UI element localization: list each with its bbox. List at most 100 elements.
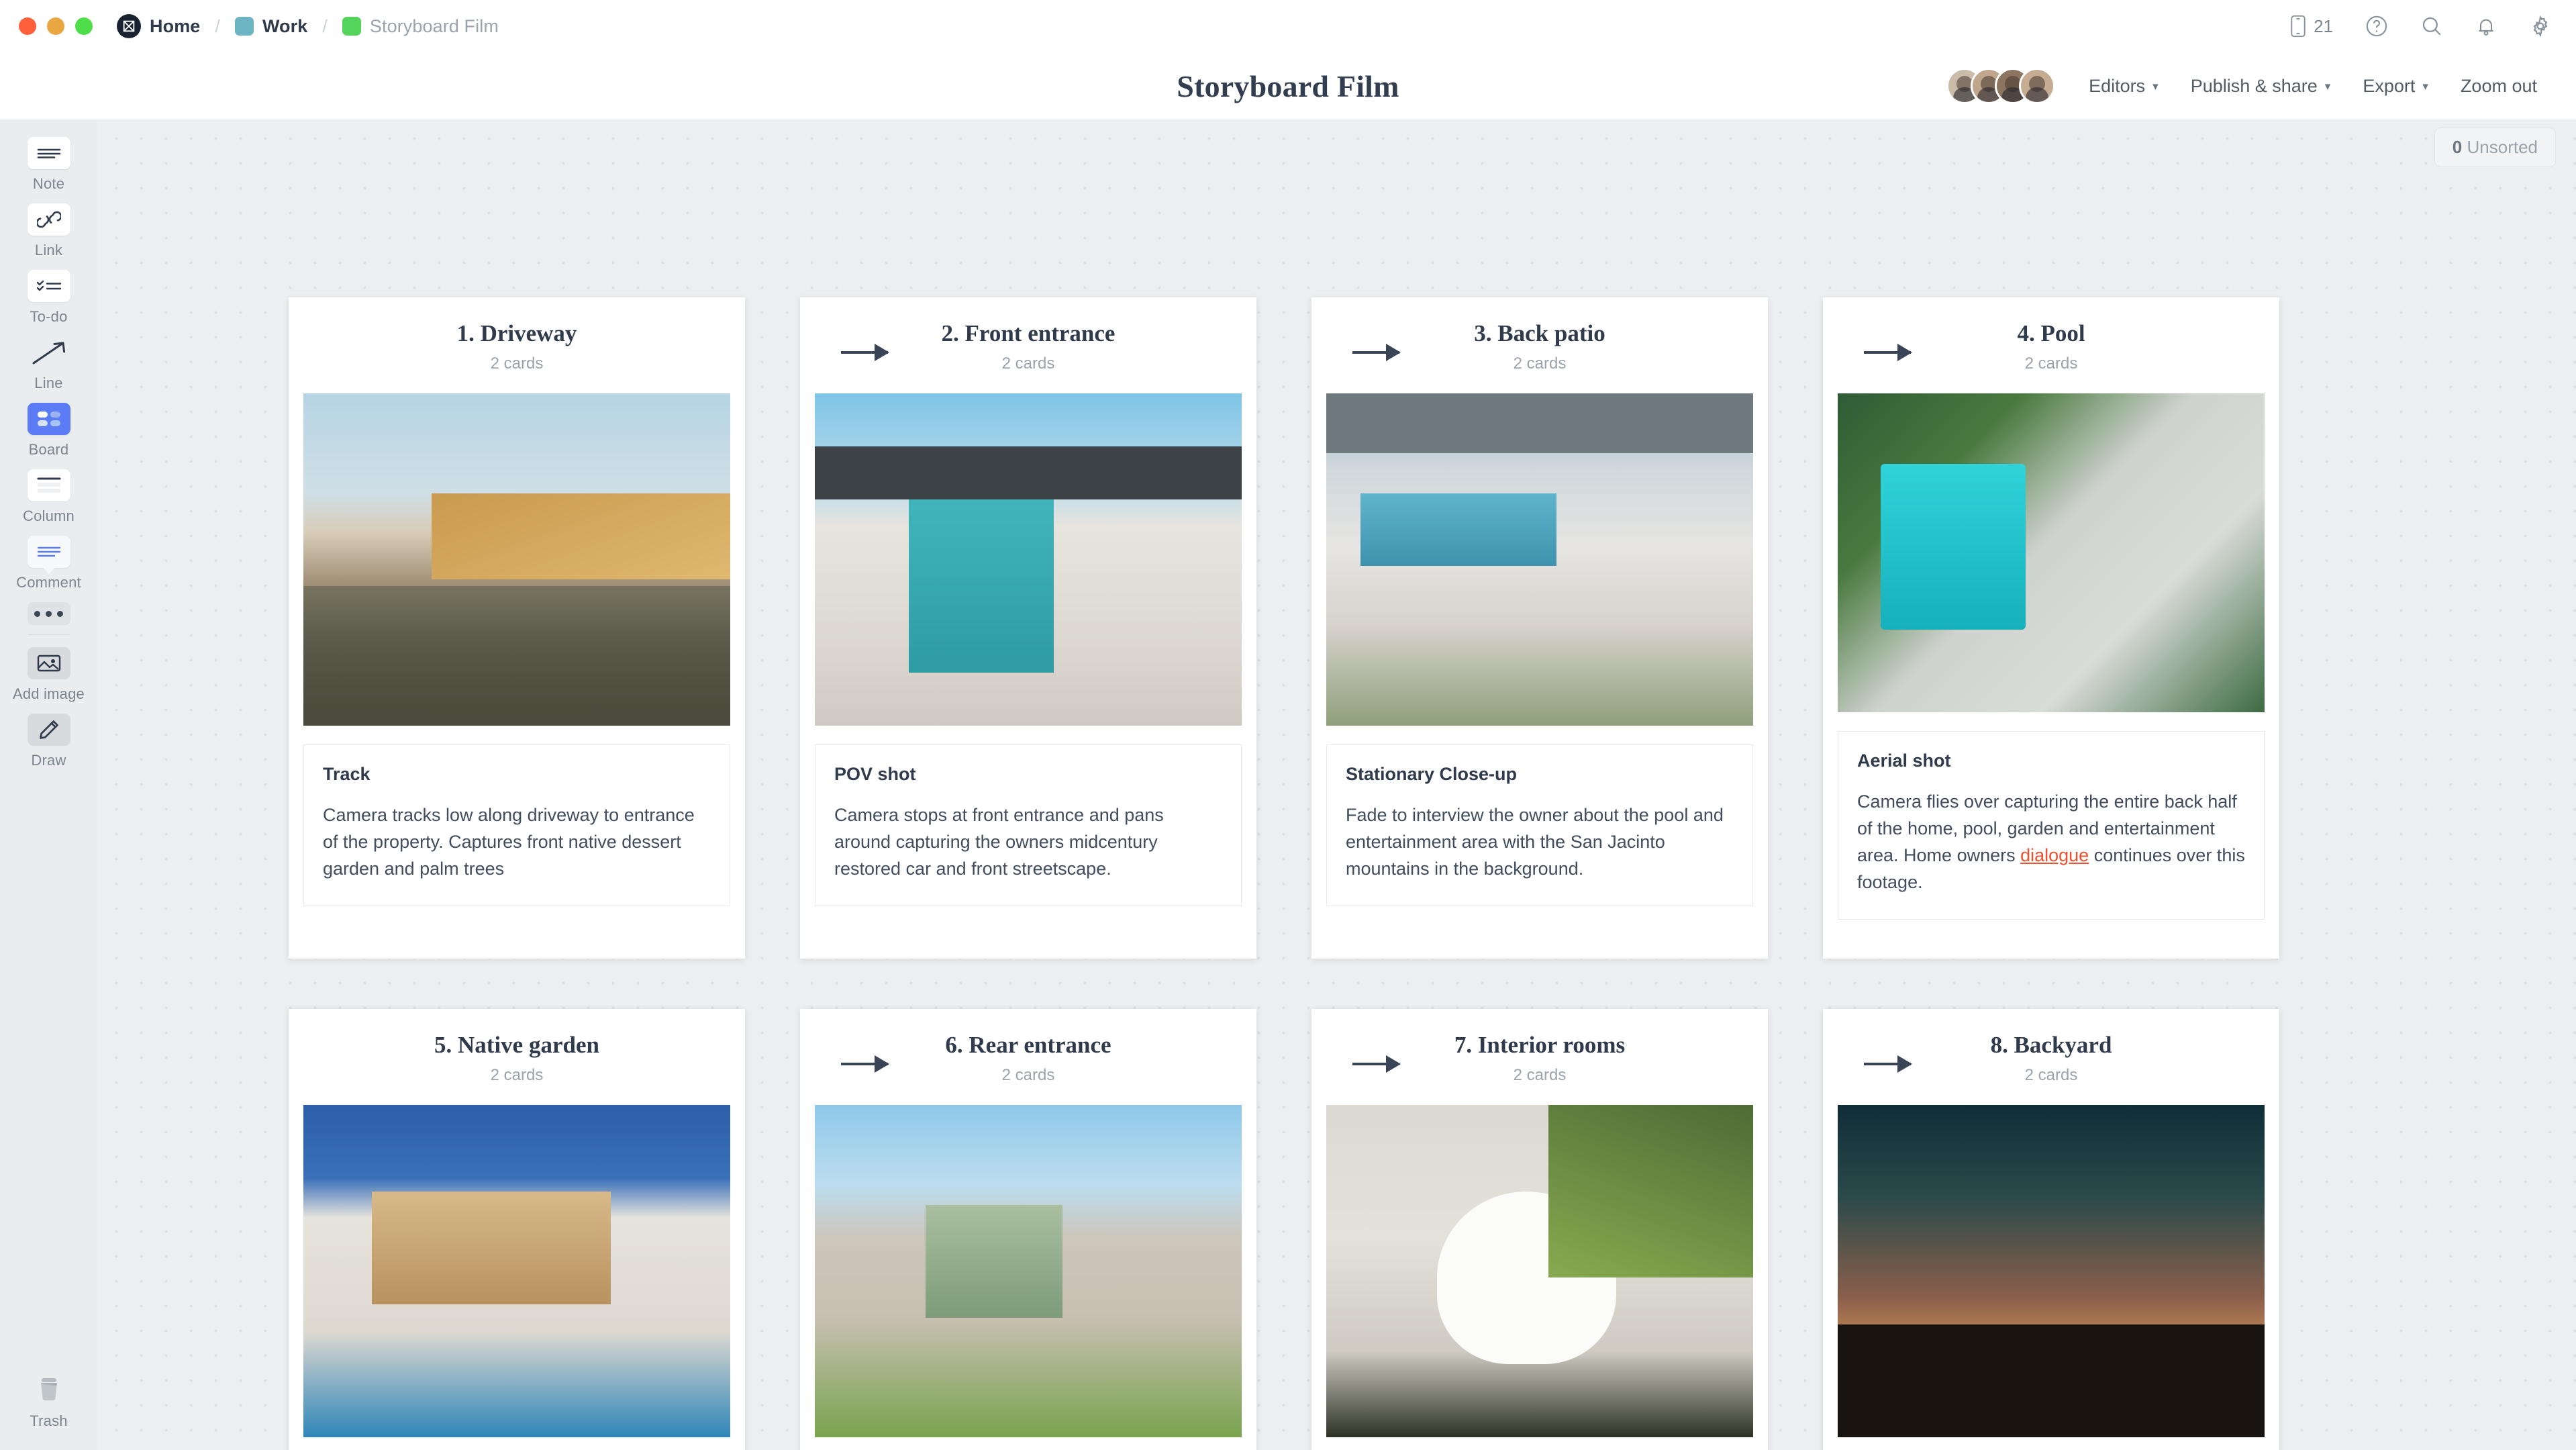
image-card[interactable] <box>815 1105 1242 1437</box>
note-body: Camera tracks low along driveway to entr… <box>323 802 711 883</box>
note-inline-link[interactable]: dialogue <box>2020 845 2089 865</box>
column-card-count: 2 cards <box>490 1066 544 1084</box>
connector-arrow-3-4 <box>1864 344 1912 361</box>
column-title: 5. Native garden <box>434 1032 599 1058</box>
toolbar-actions: Editors ▾ Publish & share ▾ Export ▾ Zoo… <box>1946 52 2553 119</box>
sidebar-item-draw[interactable]: Draw <box>0 714 97 769</box>
sidebar-item-line[interactable]: Line <box>0 336 97 392</box>
close-window-button[interactable] <box>19 17 36 35</box>
window-title-bar: Home / Work / Storyboard Film 21 <box>0 0 2576 52</box>
export-menu-button[interactable]: Export ▾ <box>2346 76 2444 97</box>
column-title: 2. Front entrance <box>941 320 1116 346</box>
breadcrumb-item-work[interactable]: Work <box>234 15 308 37</box>
note-card[interactable]: Track Camera tracks low along driveway t… <box>303 744 730 906</box>
sidebar-item-link[interactable]: Link <box>0 203 97 259</box>
sidebar-item-comment[interactable]: Comment <box>0 536 97 591</box>
board-column[interactable]: 1. Driveway 2 cards Track Camera tracks … <box>289 297 745 959</box>
help-icon[interactable] <box>2365 15 2388 38</box>
unsorted-badge[interactable]: 0 Unsorted <box>2434 128 2556 167</box>
connector-arrow-5-6 <box>841 1055 889 1073</box>
link-icon <box>27 203 70 236</box>
trash-icon <box>28 1374 70 1406</box>
board-column[interactable]: 6. Rear entrance 2 cards POV shot Camera… <box>800 1009 1256 1450</box>
zoom-out-label: Zoom out <box>2460 75 2537 96</box>
note-text: Fade to interview the owner about the po… <box>1346 805 1724 879</box>
note-card[interactable]: Stationary Close-up Fade to interview th… <box>1326 744 1753 906</box>
note-text: Camera stops at front entrance and pans … <box>834 805 1164 879</box>
chevron-down-icon: ▾ <box>2422 79 2428 93</box>
sidebar-label-comment: Comment <box>16 574 81 591</box>
note-card[interactable]: Aerial shot Camera flies over capturing … <box>1838 731 2265 920</box>
document-toolbar: Storyboard Film Editors ▾ Publish & shar… <box>0 52 2576 119</box>
note-card[interactable]: POV shot Camera stops at front entrance … <box>815 744 1242 906</box>
draw-pencil-icon <box>27 714 70 746</box>
traffic-lights <box>19 17 93 35</box>
column-header: 3. Back patio 2 cards <box>1311 297 1768 373</box>
zoom-out-button[interactable]: Zoom out <box>2444 76 2553 97</box>
minimize-window-button[interactable] <box>47 17 64 35</box>
chevron-down-icon: ▾ <box>2324 79 2331 93</box>
sidebar-item-trash[interactable]: Trash <box>0 1374 97 1430</box>
editors-menu-label: Editors <box>2089 75 2146 96</box>
connector-arrow-1-2 <box>841 344 889 361</box>
more-dots-icon[interactable] <box>27 602 70 625</box>
image-card[interactable] <box>1838 1105 2265 1437</box>
sidebar-item-board[interactable]: Board <box>0 403 97 458</box>
board-column[interactable]: 3. Back patio 2 cards Stationary Close-u… <box>1311 297 1768 959</box>
settings-icon[interactable] <box>2529 15 2552 38</box>
add-image-icon <box>27 647 70 679</box>
tool-sidebar: Note Link To-do Line Board Column Commen… <box>0 119 97 1450</box>
avatar[interactable] <box>2019 68 2056 104</box>
note-title: Stationary Close-up <box>1346 764 1518 784</box>
board-column[interactable]: 4. Pool 2 cards Aerial shot Camera flies… <box>1823 297 2279 959</box>
image-card[interactable] <box>303 393 730 726</box>
line-arrow-icon <box>28 336 70 369</box>
editor-avatars[interactable] <box>1946 68 2056 104</box>
publish-share-menu-button[interactable]: Publish & share ▾ <box>2175 76 2347 97</box>
maximize-window-button[interactable] <box>75 17 93 35</box>
breadcrumb-label-home: Home <box>150 15 201 36</box>
column-header: 1. Driveway 2 cards <box>289 297 745 373</box>
search-icon[interactable] <box>2420 15 2443 38</box>
note-body: Fade to interview the owner about the po… <box>1346 802 1734 883</box>
board-column[interactable]: 2. Front entrance 2 cards POV shot Camer… <box>800 297 1256 959</box>
mobile-app-button[interactable]: 21 <box>2289 15 2333 38</box>
chevron-down-icon: ▾ <box>2152 79 2159 93</box>
image-card[interactable] <box>303 1105 730 1437</box>
board-column[interactable]: 8. Backyard 2 cards POV shot Camera move… <box>1823 1009 2279 1450</box>
sidebar-item-column[interactable]: Column <box>0 469 97 525</box>
image-card[interactable] <box>1838 393 2265 712</box>
breadcrumb-label-work: Work <box>262 15 308 36</box>
connector-arrow-6-7 <box>1352 1055 1401 1073</box>
breadcrumb-item-current[interactable]: Storyboard Film <box>342 16 499 37</box>
board-canvas[interactable]: 0 Unsorted 1. Driveway 2 cards Track Cam… <box>97 119 2576 1450</box>
todo-icon <box>27 270 70 302</box>
sidebar-item-todo[interactable]: To-do <box>0 270 97 326</box>
mobile-badge-count: 21 <box>2314 15 2333 36</box>
image-card[interactable] <box>1326 393 1753 726</box>
column-header: 2. Front entrance 2 cards <box>800 297 1256 373</box>
sidebar-label-add-image: Add image <box>13 685 85 702</box>
breadcrumb-item-home[interactable]: Home <box>117 14 200 38</box>
notifications-icon[interactable] <box>2475 15 2497 38</box>
column-header: 7. Interior rooms 2 cards <box>1311 1009 1768 1085</box>
image-card[interactable] <box>1326 1105 1753 1437</box>
sidebar-label-link: Link <box>34 242 63 258</box>
editors-menu-button[interactable]: Editors ▾ <box>2073 76 2175 97</box>
board-icon <box>27 403 70 435</box>
sidebar-label-trash: Trash <box>30 1412 68 1429</box>
sidebar-item-note[interactable]: Note <box>0 137 97 193</box>
board-column[interactable]: 5. Native garden 2 cards Stationary Inte… <box>289 1009 745 1450</box>
export-label: Export <box>2363 75 2416 96</box>
column-title: 1. Driveway <box>456 320 577 346</box>
breadcrumb: Home / Work / Storyboard Film <box>117 14 499 38</box>
breadcrumb-separator: / <box>215 15 220 36</box>
board-column[interactable]: 7. Interior rooms 2 cards Track Camera p… <box>1311 1009 1768 1450</box>
column-title: 3. Back patio <box>1474 320 1605 346</box>
column-header: 5. Native garden 2 cards <box>289 1009 745 1085</box>
image-card[interactable] <box>815 393 1242 726</box>
connector-arrow-7-8 <box>1864 1055 1912 1073</box>
column-title: 7. Interior rooms <box>1454 1032 1626 1058</box>
sidebar-label-line: Line <box>34 375 63 391</box>
sidebar-item-add-image[interactable]: Add image <box>0 647 97 703</box>
